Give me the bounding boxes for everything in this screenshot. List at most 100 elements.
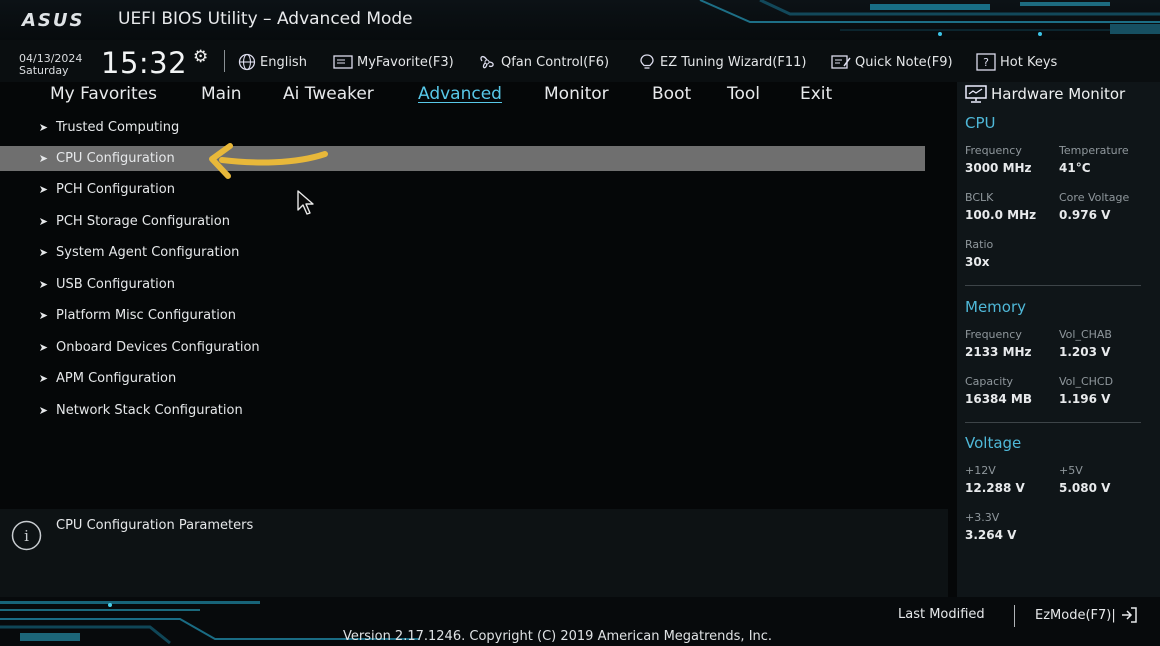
menu-item-label: Onboard Devices Configuration	[56, 340, 260, 355]
fan-icon	[480, 55, 494, 69]
quick-note-label: Quick Note(F9)	[855, 54, 953, 70]
v12-value: 12.288 V	[965, 481, 1025, 495]
exit-arrow-icon	[1121, 607, 1137, 623]
note-icon	[831, 55, 851, 69]
main-tabs: My Favorites Main Ai Tweaker Advanced Mo…	[0, 82, 948, 110]
v33-label: +3.3V	[965, 511, 1000, 524]
menu-item-pch-storage-configuration[interactable]: ➤ PCH Storage Configuration	[0, 209, 925, 234]
svg-text:?: ?	[983, 56, 989, 69]
menu-item-label: Trusted Computing	[56, 120, 180, 135]
toolbar-divider	[224, 50, 225, 72]
bclk-value: 100.0 MHz	[965, 208, 1037, 222]
qfan-label: Qfan Control(F6)	[501, 54, 610, 70]
quick-note-button[interactable]: Quick Note(F9)	[831, 53, 953, 71]
tab-monitor[interactable]: Monitor	[544, 84, 609, 104]
menu-item-trusted-computing[interactable]: ➤ Trusted Computing	[0, 115, 925, 140]
vol-chab-label: Vol_CHAB	[1059, 328, 1112, 341]
menu-item-cpu-configuration[interactable]: ➤ CPU Configuration	[0, 146, 925, 171]
hardware-monitor-label: Hardware Monitor	[991, 85, 1126, 103]
section-divider	[965, 422, 1141, 423]
capacity-label: Capacity	[965, 375, 1014, 388]
hot-keys-label: Hot Keys	[1000, 54, 1058, 70]
menu-item-system-agent-configuration[interactable]: ➤ System Agent Configuration	[0, 240, 925, 265]
capacity-value: 16384 MB	[965, 392, 1033, 406]
tab-my-favorites[interactable]: My Favorites	[50, 84, 157, 104]
ez-tuning-label: EZ Tuning Wizard(F11)	[660, 54, 807, 70]
cpu-heading: CPU	[965, 114, 996, 132]
hardware-monitor-title: Hardware Monitor	[965, 85, 1125, 103]
arrow-right-icon: ➤	[38, 121, 48, 134]
v5-label: +5V	[1059, 464, 1083, 477]
arrow-right-icon: ➤	[38, 372, 48, 385]
core-voltage-label: Core Voltage	[1059, 191, 1130, 204]
v33-value: 3.264 V	[965, 528, 1017, 542]
tab-ai-tweaker[interactable]: Ai Tweaker	[283, 84, 374, 104]
vol-chcd-label: Vol_CHCD	[1059, 375, 1114, 388]
favorite-icon	[333, 55, 353, 69]
tab-tool[interactable]: Tool	[727, 84, 760, 104]
menu-item-label: PCH Storage Configuration	[56, 214, 230, 229]
tab-main[interactable]: Main	[201, 84, 242, 104]
menu-item-onboard-devices-configuration[interactable]: ➤ Onboard Devices Configuration	[0, 335, 925, 360]
menu-item-label: Network Stack Configuration	[56, 403, 243, 418]
memory-heading: Memory	[965, 298, 1027, 316]
ratio-value: 30x	[965, 255, 990, 269]
window-title: UEFI BIOS Utility – Advanced Mode	[118, 9, 413, 29]
arrow-right-icon: ➤	[38, 215, 48, 228]
arrow-right-icon: ➤	[38, 309, 48, 322]
memory-frequency-value: 2133 MHz	[965, 345, 1032, 359]
qfan-control-button[interactable]: Qfan Control(F6)	[477, 53, 609, 71]
arrow-right-icon: ➤	[38, 341, 48, 354]
menu-item-label: System Agent Configuration	[56, 245, 240, 260]
toolbar: 04/13/2024 Saturday 15:32 ⚙ English MyFa…	[0, 40, 1160, 82]
myfavorite-label: MyFavorite(F3)	[357, 54, 454, 70]
cpu-temperature-value: 41°C	[1059, 161, 1091, 175]
svg-text:i: i	[24, 527, 29, 545]
core-voltage-value: 0.976 V	[1059, 208, 1111, 222]
help-text: CPU Configuration Parameters	[56, 518, 254, 533]
menu-item-apm-configuration[interactable]: ➤ APM Configuration	[0, 366, 925, 391]
clock: 15:32	[101, 46, 188, 80]
menu-item-platform-misc-configuration[interactable]: ➤ Platform Misc Configuration	[0, 303, 925, 328]
globe-icon	[238, 53, 256, 71]
vol-chab-value: 1.203 V	[1059, 345, 1111, 359]
advanced-menu: ➤ Trusted Computing ➤ CPU Configuration ➤ P…	[0, 110, 948, 504]
ez-mode-button[interactable]: EzMode(F7)|	[1035, 607, 1138, 623]
cpu-temperature-label: Temperature	[1059, 144, 1129, 157]
gear-icon[interactable]: ⚙	[193, 47, 208, 67]
version-text: Version 2.17.1246. Copyright (C) 2019 Am…	[343, 629, 773, 644]
menu-item-label: Platform Misc Configuration	[56, 308, 237, 323]
arrow-right-icon: ➤	[38, 278, 48, 291]
section-divider	[965, 285, 1141, 286]
ez-mode-label: EzMode(F7)|	[1035, 607, 1116, 623]
last-modified-button[interactable]: Last Modified	[898, 607, 985, 622]
info-icon: i	[11, 520, 42, 551]
v5-value: 5.080 V	[1059, 481, 1111, 495]
cpu-frequency-value: 3000 MHz	[965, 161, 1032, 175]
lightbulb-icon	[640, 54, 654, 69]
tab-exit[interactable]: Exit	[800, 84, 832, 104]
asus-logo: ASUS	[22, 10, 85, 31]
myfavorite-button[interactable]: MyFavorite(F3)	[333, 53, 454, 71]
title-bar: ASUS UEFI BIOS Utility – Advanced Mode	[0, 0, 1160, 40]
help-panel: i CPU Configuration Parameters	[0, 509, 948, 597]
menu-item-network-stack-configuration[interactable]: ➤ Network Stack Configuration	[0, 398, 925, 423]
arrow-right-icon: ➤	[38, 152, 48, 165]
cpu-frequency-label: Frequency	[965, 144, 1022, 157]
annotation-arrow	[209, 143, 328, 179]
voltage-heading: Voltage	[965, 434, 1022, 452]
menu-item-pch-configuration[interactable]: ➤ PCH Configuration	[0, 177, 925, 202]
arrow-right-icon: ➤	[38, 183, 48, 196]
language-label: English	[260, 54, 307, 70]
tab-advanced[interactable]: Advanced	[418, 84, 502, 104]
language-button[interactable]: English	[238, 53, 307, 71]
memory-frequency-label: Frequency	[965, 328, 1022, 341]
hot-keys-button[interactable]: ? Hot Keys	[976, 53, 1057, 71]
tab-boot[interactable]: Boot	[652, 84, 691, 104]
menu-item-usb-configuration[interactable]: ➤ USB Configuration	[0, 272, 925, 297]
arrow-right-icon: ➤	[38, 246, 48, 259]
v12-label: +12V	[965, 464, 996, 477]
ez-tuning-button[interactable]: EZ Tuning Wizard(F11)	[638, 53, 806, 71]
menu-item-label: PCH Configuration	[56, 182, 175, 197]
monitor-icon	[965, 85, 987, 103]
